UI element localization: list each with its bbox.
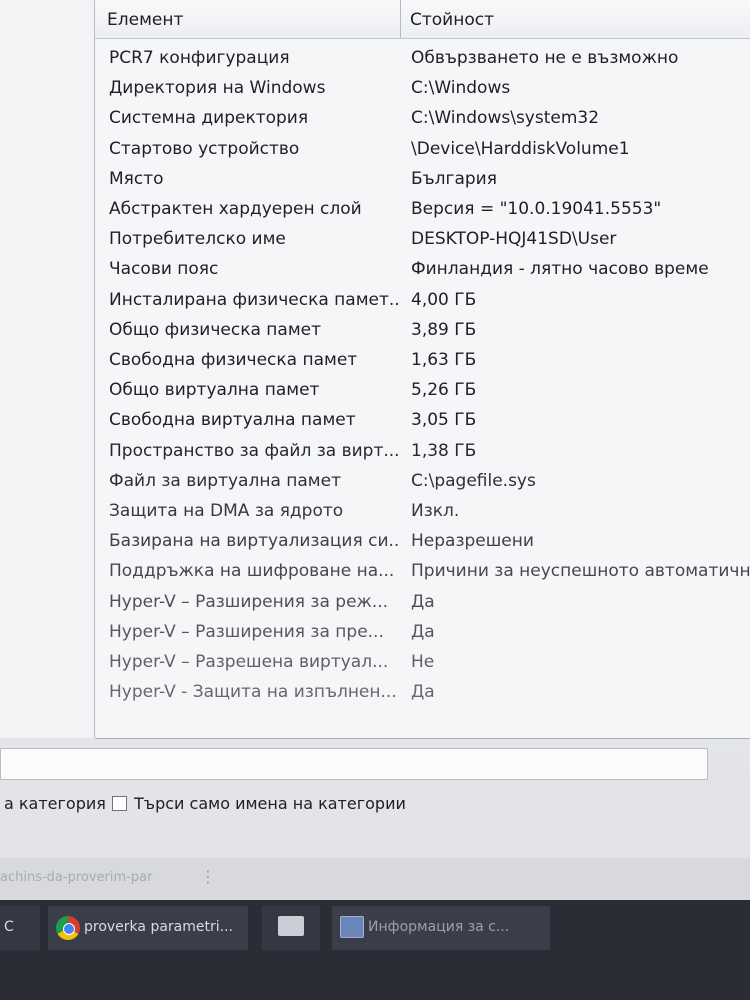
table-row[interactable]: Системна директория C:\Windows\system32 xyxy=(95,104,750,134)
cell-element: Абстрактен хардуерен слой xyxy=(109,199,362,219)
table-row[interactable]: Директория на Windows C:\Windows xyxy=(95,74,750,104)
taskbar-item-system-info[interactable]: Информация за с... xyxy=(332,906,550,950)
cell-value: Неразрешени xyxy=(411,531,534,552)
table-row[interactable]: Hyper-V – Разширения за пре... Да xyxy=(95,618,750,648)
cell-value: C:\pagefile.sys xyxy=(411,470,536,491)
taskbar-item-chrome[interactable]: proverka parametri... xyxy=(48,906,248,950)
cell-element: PCR7 конфигурация xyxy=(109,48,290,68)
taskbar-item-label: C xyxy=(4,919,14,935)
details-list[interactable]: Елемент Стойност PCR7 конфигурация Обвърз… xyxy=(95,0,750,739)
table-row[interactable]: PCR7 конфигурация Обвързването не е възмо… xyxy=(95,44,750,74)
table-row[interactable]: Пространство за файл за вирт... 1,38 ГБ xyxy=(95,437,750,467)
more-options-icon[interactable]: ⋮ xyxy=(200,867,216,886)
cell-element: Базирана на виртуализация си... xyxy=(109,531,401,552)
system-information-window: Елемент Стойност PCR7 конфигурация Обвърз… xyxy=(0,0,750,1000)
cell-value: Причини за неуспешното автоматично xyxy=(411,561,750,582)
cell-element: Hyper-V – Разширения за реж... xyxy=(109,591,389,612)
table-row[interactable]: Часови пояс Финландия - лятно часово врем… xyxy=(95,255,750,285)
cell-value: Да xyxy=(411,591,435,612)
cell-element: Hyper-V – Разрешена виртуал... xyxy=(109,652,389,672)
cell-value: DESKTOP-HQJ41SD\User xyxy=(411,229,617,250)
status-text: achins-da-proverim-par xyxy=(0,870,153,885)
cell-element: Hyper-V – Разширения за пре... xyxy=(109,621,384,642)
cell-element: Директория на Windows xyxy=(109,78,326,99)
search-category-names-label[interactable]: Търси само имена на категории xyxy=(134,794,406,813)
column-header-value[interactable]: Стойност xyxy=(410,10,494,30)
cell-element: Свободна физическа памет xyxy=(109,350,358,370)
cell-value: 1,63 ГБ xyxy=(411,350,477,370)
cell-element: Системна директория xyxy=(109,108,309,129)
table-row[interactable]: Свободна виртуална памет 3,05 ГБ xyxy=(95,406,750,436)
search-selected-category-label[interactable]: а категория xyxy=(4,794,106,813)
table-row[interactable]: Стартово устройство \Device\HarddiskVolum… xyxy=(95,135,750,165)
column-divider[interactable] xyxy=(400,0,401,38)
table-row[interactable]: Абстрактен хардуерен слой Версия = "10.0.… xyxy=(95,195,750,225)
cell-value: 3,05 ГБ xyxy=(411,410,477,431)
table-row[interactable]: Инсталирана физическа памет... 4,00 ГБ xyxy=(95,286,750,316)
cell-value: България xyxy=(411,168,497,189)
cell-element: Общо физическа памет xyxy=(109,319,322,340)
cell-value: Версия = "10.0.19041.5553" xyxy=(411,199,662,219)
cell-element: Стартово устройство xyxy=(109,138,300,159)
list-header: Елемент Стойност xyxy=(95,0,750,39)
cell-value: \Device\HarddiskVolume1 xyxy=(411,138,630,159)
cell-value: C:\Windows\system32 xyxy=(411,108,600,129)
table-row[interactable]: Hyper-V - Защита на изпълнен... Да xyxy=(95,678,750,708)
system-info-icon xyxy=(340,916,364,938)
cell-value: 5,26 ГБ xyxy=(411,380,477,401)
cell-value: Изкл. xyxy=(411,501,460,521)
taskbar-item-partial[interactable]: C xyxy=(0,906,40,950)
cell-element: Инсталирана физическа памет... xyxy=(109,289,401,310)
browser-status-bar: achins-da-proverim-par ⋮ xyxy=(0,858,750,900)
table-row[interactable]: Hyper-V – Разширения за реж... Да xyxy=(95,588,750,618)
cell-value: Финландия - лятно часово време xyxy=(411,259,709,280)
cell-value: Обвързването не е възможно xyxy=(411,48,679,68)
cell-element: Защита на DMA за ядрото xyxy=(109,501,344,521)
table-row[interactable]: Свободна физическа памет 1,63 ГБ xyxy=(95,346,750,376)
cell-element: Hyper-V - Защита на изпълнен... xyxy=(109,682,397,703)
cell-element: Свободна виртуална памет xyxy=(109,410,356,431)
cell-element: Потребителско име xyxy=(109,229,286,250)
cell-value: 4,00 ГБ xyxy=(411,289,477,310)
column-header-element[interactable]: Елемент xyxy=(107,10,183,30)
cell-value: 1,38 ГБ xyxy=(411,440,477,461)
table-row[interactable]: Hyper-V – Разрешена виртуал... Не xyxy=(95,648,750,678)
category-tree-pane[interactable] xyxy=(0,0,95,738)
table-row[interactable]: Място България xyxy=(95,165,750,195)
table-row[interactable]: Общо виртуална памет 5,26 ГБ xyxy=(95,376,750,406)
table-row[interactable]: Поддръжка на шифроване на... Причини за н… xyxy=(95,557,750,587)
table-row[interactable]: Базирана на виртуализация си... Неразреше… xyxy=(95,527,750,557)
cell-element: Файл за виртуална памет xyxy=(109,470,341,491)
search-options-row: а категория Търси само имена на категори… xyxy=(0,788,750,822)
cell-value: Не xyxy=(411,652,435,672)
cell-value: Да xyxy=(411,621,435,642)
table-row[interactable]: Защита на DMA за ядрото Изкл. xyxy=(95,497,750,527)
cell-value: C:\Windows xyxy=(411,78,511,99)
search-input[interactable] xyxy=(0,748,708,780)
folder-icon xyxy=(278,916,304,936)
search-row xyxy=(0,740,750,788)
taskbar-item-label: proverka parametri... xyxy=(84,919,233,935)
search-category-names-checkbox[interactable] xyxy=(112,796,127,811)
table-row[interactable]: Файл за виртуална памет C:\pagefile.sys xyxy=(95,467,750,497)
cell-element: Общо виртуална памет xyxy=(109,380,320,401)
cell-value: 3,89 ГБ xyxy=(411,319,477,340)
taskbar: C proverka parametri... Информация за с.… xyxy=(0,900,750,1000)
cell-element: Часови пояс xyxy=(109,259,219,280)
chrome-icon xyxy=(56,916,80,940)
cell-value: Да xyxy=(411,682,435,703)
cell-element: Пространство за файл за вирт... xyxy=(109,440,400,461)
table-row[interactable]: Потребителско име DESKTOP-HQJ41SD\User xyxy=(95,225,750,255)
cell-element: Място xyxy=(109,168,164,189)
taskbar-item-explorer[interactable] xyxy=(262,906,320,950)
taskbar-item-label: Информация за с... xyxy=(368,919,510,935)
table-row[interactable]: Общо физическа памет 3,89 ГБ xyxy=(95,316,750,346)
cell-element: Поддръжка на шифроване на... xyxy=(109,561,395,582)
